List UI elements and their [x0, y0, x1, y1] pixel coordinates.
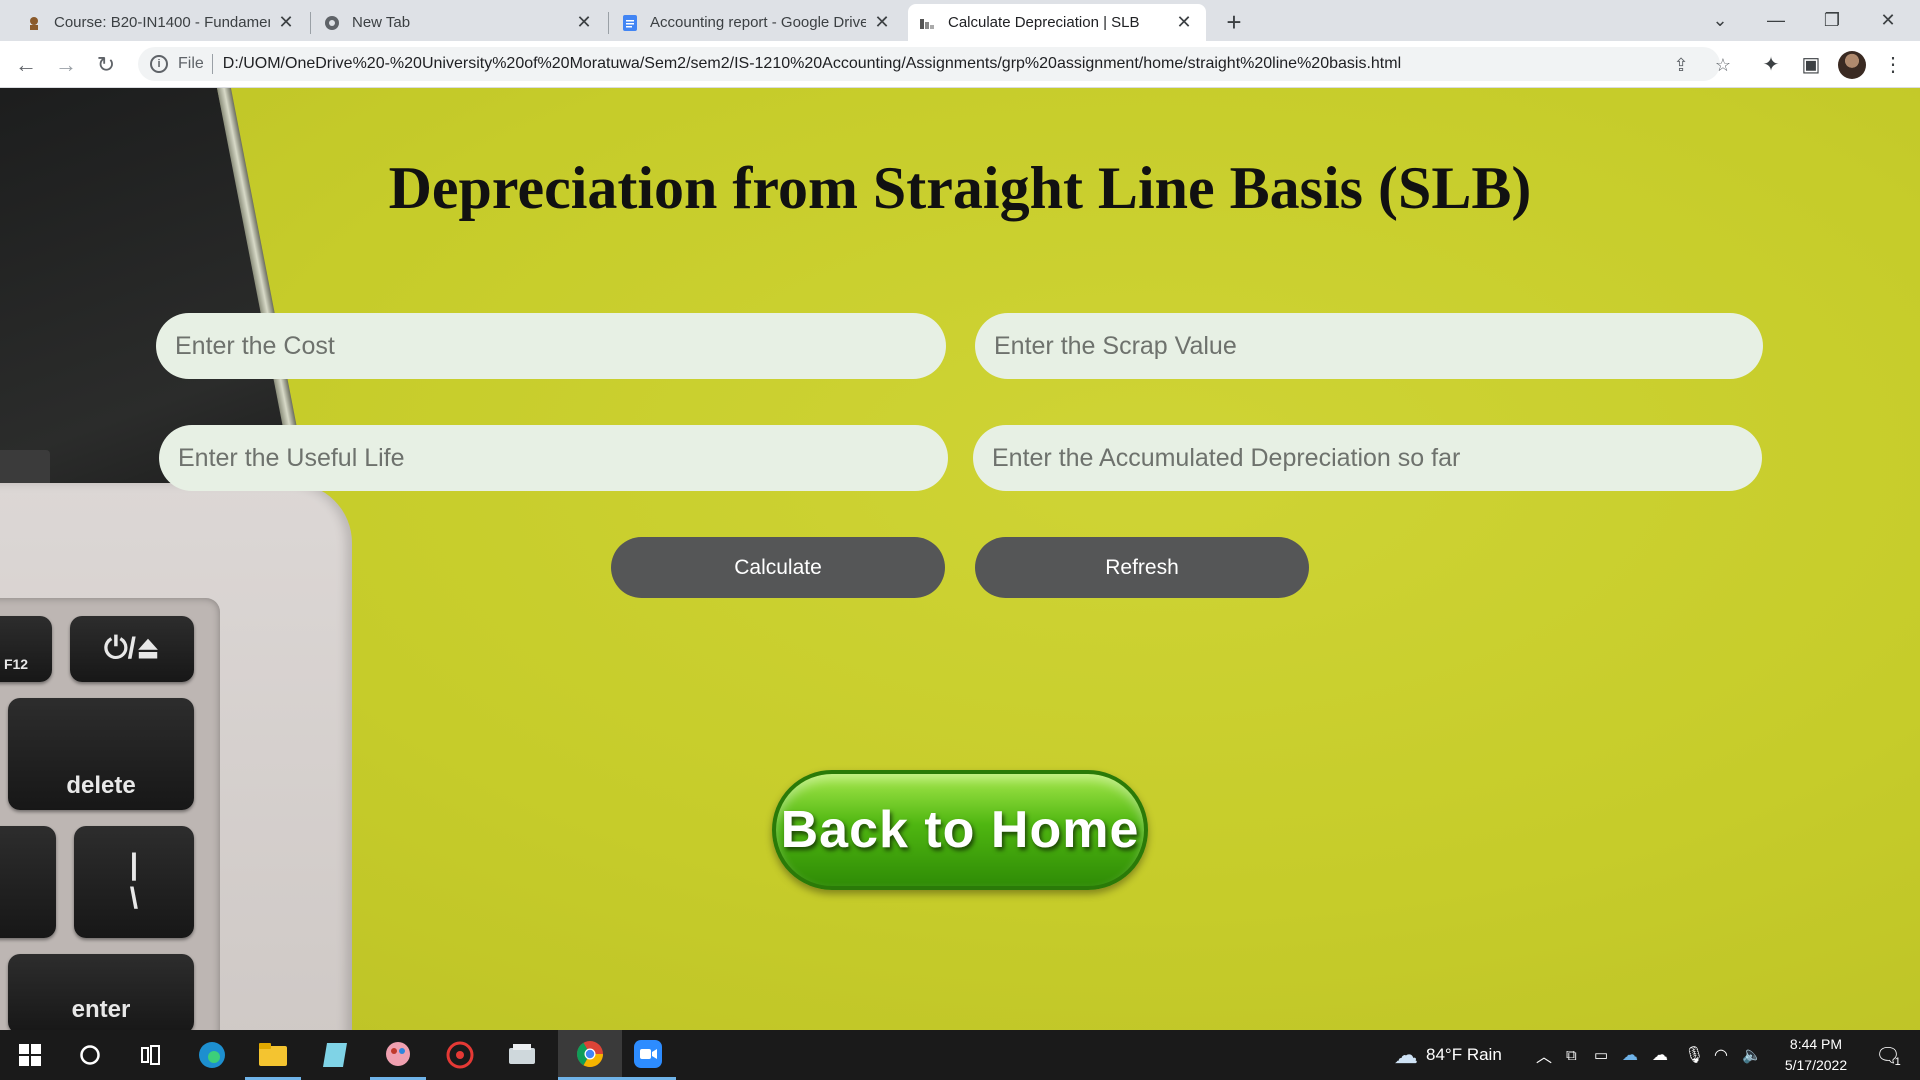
back-icon[interactable]: ←	[10, 49, 42, 81]
back-to-home-button[interactable]: Back to Home	[772, 770, 1148, 890]
tab-new-tab[interactable]: New Tab ✕	[312, 4, 606, 41]
tab-divider	[608, 12, 609, 34]
scanner-app-icon[interactable]	[494, 1030, 550, 1080]
search-icon[interactable]	[62, 1030, 118, 1080]
task-view-icon[interactable]	[122, 1030, 178, 1080]
security-app-icon[interactable]	[432, 1030, 488, 1080]
side-panel-icon[interactable]: ▣	[1796, 49, 1826, 79]
taskbar: ☁ 84°F Rain ︿ ⧉ ▭ ☁ ☁ 🎙 ◠ 🔈 8:44 PM 5/17…	[0, 1030, 1920, 1080]
bookmark-star-icon[interactable]: ☆	[1708, 50, 1738, 80]
key-enter: enter	[8, 954, 194, 1030]
tab-title: Course: B20-IN1400 - Fundamen	[54, 14, 270, 31]
weather-widget[interactable]: ☁ 84°F Rain	[1394, 1030, 1502, 1080]
key-backslash: | \	[74, 826, 194, 938]
close-tab-icon[interactable]: ✕	[1174, 12, 1194, 33]
minimize-icon[interactable]: —	[1748, 0, 1804, 41]
share-icon[interactable]: ⇪	[1666, 50, 1696, 80]
tab-title: New Tab	[352, 14, 411, 31]
file-explorer-icon[interactable]	[245, 1030, 301, 1080]
chrome-taskbar-icon[interactable]	[558, 1030, 622, 1080]
new-tab-button[interactable]: +	[1220, 7, 1248, 37]
key-blank	[0, 826, 56, 938]
page-title: Depreciation from Straight Line Basis (S…	[388, 155, 1532, 221]
onedrive-icon[interactable]: ☁	[1622, 1030, 1638, 1080]
browser-toolbar: ← → ↻ i File D:/UOM/OneDrive%20-%20Unive…	[0, 41, 1920, 88]
page-content: F12 ⏻/⏏ delete | \ enter Depreciation fr…	[0, 88, 1920, 1030]
tab-strip: Course: B20-IN1400 - Fundamen ✕ New Tab …	[0, 0, 1920, 41]
tab-title: Accounting report - Google Drive	[650, 14, 866, 31]
paint-app-icon[interactable]	[370, 1030, 426, 1080]
extensions-icon[interactable]: ✦	[1756, 49, 1786, 79]
key-f12: F12	[0, 616, 52, 682]
close-window-icon[interactable]: ✕	[1860, 0, 1916, 41]
page-icon	[920, 15, 936, 31]
tab-accounting-report[interactable]: Accounting report - Google Drive ✕	[610, 4, 904, 41]
volume-icon[interactable]: 🔈	[1742, 1030, 1762, 1080]
close-tab-icon[interactable]: ✕	[574, 12, 594, 33]
moodle-icon	[26, 15, 42, 31]
refresh-button[interactable]: Refresh	[975, 537, 1309, 598]
clock[interactable]: 8:44 PM 5/17/2022	[1770, 1034, 1862, 1076]
tab-course[interactable]: Course: B20-IN1400 - Fundamen ✕	[14, 4, 308, 41]
clock-date: 5/17/2022	[1784, 1057, 1848, 1073]
show-hidden-icons[interactable]: ︿	[1536, 1030, 1552, 1080]
accumulated-depreciation-input[interactable]	[973, 425, 1762, 491]
weather-text: 84°F Rain	[1426, 1045, 1502, 1064]
windows-start-icon[interactable]	[2, 1030, 58, 1080]
close-tab-icon[interactable]: ✕	[872, 12, 892, 33]
notes-app-icon[interactable]	[307, 1030, 363, 1080]
cost-input[interactable]	[156, 313, 946, 379]
menu-icon[interactable]: ⋮	[1878, 49, 1908, 79]
reload-icon[interactable]: ↻	[90, 49, 122, 81]
tab-search-icon[interactable]: ⌄	[1692, 0, 1748, 41]
clock-time: 8:44 PM	[1789, 1036, 1843, 1052]
scheme-divider	[211, 54, 213, 74]
tab-calculate-depreciation[interactable]: Calculate Depreciation | SLB ✕	[908, 4, 1206, 41]
key-delete: delete	[8, 698, 194, 810]
tab-divider	[310, 12, 311, 34]
info-icon[interactable]: i	[150, 55, 168, 73]
browser-chrome: Course: B20-IN1400 - Fundamen ✕ New Tab …	[0, 0, 1920, 88]
scheme-label: File	[178, 55, 204, 72]
notifications-icon[interactable]: 🗨 1	[1868, 1030, 1908, 1080]
forward-icon[interactable]: →	[50, 49, 82, 81]
scrap-value-input[interactable]	[975, 313, 1763, 379]
tab-title: Calculate Depreciation | SLB	[948, 14, 1140, 31]
edge-icon[interactable]	[184, 1030, 240, 1080]
meet-now-icon[interactable]: ⧉	[1566, 1030, 1577, 1080]
zoom-app-icon[interactable]	[620, 1030, 676, 1080]
chrome-icon	[324, 15, 340, 31]
google-docs-icon	[622, 14, 638, 31]
keyboard-image: F12 ⏻/⏏ delete | \ enter	[0, 598, 220, 1030]
useful-life-input[interactable]	[159, 425, 948, 491]
microphone-icon[interactable]: 🎙	[1684, 1030, 1704, 1080]
wifi-icon[interactable]: ◠	[1714, 1030, 1728, 1080]
rain-cloud-icon: ☁	[1394, 1041, 1418, 1069]
restore-icon[interactable]: ❐	[1804, 0, 1860, 41]
profile-avatar[interactable]	[1838, 51, 1866, 79]
key-power: ⏻/⏏	[70, 616, 194, 682]
cloud-icon[interactable]: ☁	[1652, 1030, 1668, 1080]
calculate-button[interactable]: Calculate	[611, 537, 945, 598]
battery-icon[interactable]: ▭	[1594, 1030, 1608, 1080]
close-tab-icon[interactable]: ✕	[276, 12, 296, 33]
notification-badge: 1	[1894, 1056, 1901, 1068]
address-bar[interactable]: i File D:/UOM/OneDrive%20-%20University%…	[138, 47, 1720, 81]
url-text: D:/UOM/OneDrive%20-%20University%20of%20…	[222, 55, 1402, 72]
